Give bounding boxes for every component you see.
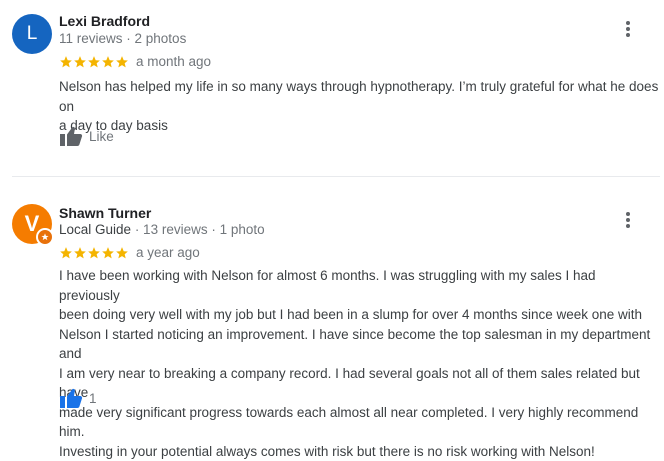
reviewer-meta: Local Guide · 13 reviews · 1 photo: [59, 222, 265, 237]
star-icon: [59, 55, 73, 69]
review-date: a year ago: [136, 245, 200, 260]
star-icon: [59, 246, 73, 260]
review-text-line: Nelson has helped my life in so many way…: [59, 77, 659, 116]
reviewer-name[interactable]: Shawn Turner: [59, 205, 151, 221]
reviewer-name[interactable]: Lexi Bradford: [59, 13, 150, 29]
reviewer-meta: 11 reviews · 2 photos: [59, 31, 186, 46]
more-options-button[interactable]: [618, 210, 638, 230]
star-rating: [59, 246, 129, 260]
star-icon: [73, 246, 87, 260]
review-date: a month ago: [136, 54, 211, 69]
star-icon: [73, 55, 87, 69]
like-label: Like: [89, 129, 114, 144]
avatar-letter: L: [27, 23, 38, 45]
star-icon: [101, 55, 115, 69]
star-icon: [115, 246, 129, 260]
more-vert-icon: [626, 212, 630, 216]
review-text-line: I am very near to breaking a company rec…: [59, 364, 659, 403]
like-button[interactable]: Like: [59, 125, 114, 147]
star-rating: [59, 55, 129, 69]
review-text-line: a day to day basis: [59, 116, 659, 136]
local-guide-badge-icon: [36, 228, 54, 246]
like-count: 1: [89, 391, 97, 406]
avatar[interactable]: L: [12, 14, 52, 54]
more-options-button[interactable]: [618, 19, 638, 39]
review-text: I have been working with Nelson for almo…: [59, 266, 659, 461]
review-text-line: Nelson I started noticing an improvement…: [59, 325, 659, 364]
review-text-line: been doing very well with my job but I h…: [59, 305, 659, 325]
review-card: L Lexi Bradford 11 reviews · 2 photos a …: [0, 0, 664, 176]
review-divider: [12, 176, 660, 177]
thumbs-up-icon: [59, 125, 83, 147]
reviewer-counts: · 13 reviews · 1 photo: [131, 222, 265, 237]
review-text-line: made very significant progress towards e…: [59, 403, 659, 442]
star-icon: [87, 55, 101, 69]
star-icon: [115, 55, 129, 69]
thumbs-up-icon: [59, 387, 83, 409]
star-icon: [87, 246, 101, 260]
star-icon: [101, 246, 115, 260]
local-guide-label: Local Guide: [59, 222, 131, 237]
review-card: V Shawn Turner Local Guide · 13 reviews …: [0, 190, 664, 413]
more-vert-icon: [626, 21, 630, 25]
like-button[interactable]: 1: [59, 387, 97, 409]
review-text-line: Investing in your potential always comes…: [59, 442, 659, 461]
review-text-line: I have been working with Nelson for almo…: [59, 266, 659, 305]
review-text: Nelson has helped my life in so many way…: [59, 77, 659, 136]
